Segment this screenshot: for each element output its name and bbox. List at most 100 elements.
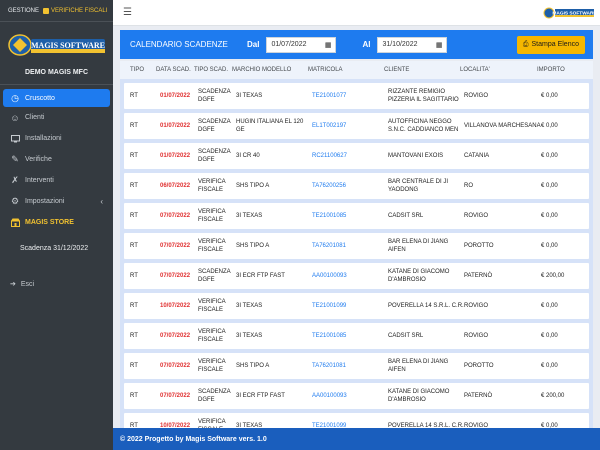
cell-matricola[interactable]: RC21100627 (312, 153, 388, 159)
cell-cliente: CADSIT SRL (388, 213, 424, 219)
cell-tipo-scad: SCADENZA DGFE (198, 89, 231, 103)
subscription-expiry: Scadenza 31/12/2022 (20, 245, 89, 252)
sidebar-item-installazioni[interactable]: Installazioni (0, 128, 113, 149)
edit-icon: ✎ (11, 154, 19, 164)
sidebar-item-clienti[interactable]: ☺ Clienti (0, 107, 113, 128)
sidebar-footer (0, 428, 113, 450)
cell-marchio-modello: 3I TEXAS (236, 93, 263, 99)
table-row[interactable]: RT 07/07/2022 VERIFICA FISCALE 3I TEXAS TE21… (124, 323, 589, 349)
cell-data-scad: 07/07/2022 (160, 393, 191, 399)
print-list-button[interactable]: ⎙ Stampa Elenco (516, 35, 585, 54)
table-row[interactable]: RT 06/07/2022 VERIFICA FISCALE SHS TIPO A TA… (124, 173, 589, 199)
table-row[interactable]: RT 01/07/2022 SCADENZA DGFE 3I CR 40 RC21100… (124, 143, 589, 169)
logo-text: MAGIS SOFTWARE (30, 41, 104, 50)
store-icon (10, 218, 20, 228)
cell-localita: RO (464, 183, 473, 189)
table-row[interactable]: RT 01/07/2022 SCADENZA DGFE 3I TEXAS TE21001… (124, 83, 589, 109)
table-row[interactable]: RT10/07/2022VERIFICA FISCALE3I TEXASTE21… (124, 413, 589, 428)
calendar-icon[interactable]: ▦ (436, 41, 443, 49)
cell-cliente: RIZZANTE REMIGIO PIZZERIA IL SAGITTARIO (388, 89, 459, 103)
date-to-value: 31/10/2022 (382, 41, 418, 48)
cell-importo: € 0,00 (541, 123, 558, 129)
cell-matricola[interactable]: TE21001085 (312, 213, 388, 219)
cell-localita: PATERNÒ (464, 273, 493, 279)
sidebar-item-label: Verifiche (25, 156, 52, 163)
table-row[interactable]: RT 07/07/2022 SCADENZA DGFE 3I ECR FTP FAST… (124, 383, 589, 409)
cell-cliente: BAR ELENA DI JIANG AIFEN (388, 239, 449, 253)
cell-tipo-scad: SCADENZA DGFE (198, 119, 231, 133)
cell-matricola[interactable]: TA76201081 (312, 243, 388, 249)
date-to-input[interactable]: 31/10/2022 ▦ (377, 36, 448, 53)
date-from-input[interactable]: 01/07/2022 ▦ (266, 36, 337, 53)
table-row[interactable]: RT 07/07/2022 VERIFICA FISCALE SHS TIPO A TA… (124, 353, 589, 379)
cell-data-scad: 01/07/2022 (160, 93, 191, 99)
cell-localita: ROVIGO (464, 93, 489, 99)
cell-matricola[interactable]: TA76200256 (312, 183, 388, 189)
cell-localita: ROVIGO (464, 333, 489, 339)
sidebar-item-impostazioni[interactable]: ⚙ Impostazioni ‹ (0, 191, 113, 212)
sidebar-item-verifiche[interactable]: ✎ Verifiche (0, 149, 113, 170)
cell-localita: PATERNÒ (464, 393, 493, 399)
user-name: DEMO MAGIS MFC (0, 69, 113, 85)
cell-matricola[interactable]: EL1T002197 (312, 123, 388, 129)
cell-matricola[interactable]: TA76201081 (312, 363, 388, 369)
cell-tipo-scad: VERIFICA FISCALE (198, 419, 226, 428)
cell-data-scad: 06/07/2022 (160, 183, 191, 189)
magis-small-logo-icon: MAGIS SOFTWARE (543, 7, 597, 19)
cell-tipo-scad: VERIFICA FISCALE (198, 299, 226, 313)
table-row[interactable]: RT 07/07/2022 VERIFICA FISCALE SHS TIPO A TA… (124, 233, 589, 259)
cell-tipo-scad: VERIFICA FISCALE (198, 359, 226, 373)
cell-importo: € 200,00 (541, 273, 565, 279)
chevron-left-icon: ‹ (100, 197, 103, 206)
table-row[interactable]: RT 07/07/2022 SCADENZA DGFE 3I ECR FTP FAST… (124, 263, 589, 289)
cell-localita: CATANIA (464, 153, 490, 159)
cell-data-scad: 01/07/2022 (160, 153, 191, 159)
cell-importo: € 0,00 (541, 213, 558, 219)
cell-marchio-modello: SHS TIPO A (236, 243, 270, 249)
col-importo: IMPORTO (537, 67, 565, 73)
sidebar-item-label: Cruscotto (25, 94, 55, 102)
menu-toggle-icon[interactable]: ☰ (123, 7, 132, 18)
logout-label: Esci (20, 280, 35, 288)
topbar: ☰ MAGIS SOFTWARE (113, 0, 600, 26)
cell-marchio-modello: HUGIN ITALIANA EL 120 GE (236, 119, 304, 133)
magis-logo-icon: MAGIS SOFTWARE (7, 34, 105, 56)
cell-matricola[interactable]: AA00100093 (312, 393, 388, 399)
cell-tipo: RT (130, 153, 138, 159)
cell-tipo: RT (130, 303, 138, 309)
cell-cliente: AUTOFFICINA NEGGO S.N.C. CADDIANCO MEN (388, 119, 459, 133)
cell-marchio-modello: 3I TEXAS (236, 333, 263, 339)
col-localita: LOCALITA' (460, 67, 490, 73)
sidebar-menu: ◷ Cruscotto ☺ Clienti Installazioni ✎ Ve… (0, 89, 113, 233)
date-from-value: 01/07/2022 (271, 41, 307, 48)
user-icon: ☺ (10, 112, 20, 123)
cell-matricola[interactable]: TE21001099 (312, 303, 388, 309)
cell-localita: POROTTO (464, 243, 494, 249)
table-row[interactable]: RT 07/07/2022 VERIFICA FISCALE 3I TEXAS TE21… (124, 203, 589, 229)
al-label: Al (362, 40, 371, 49)
brand-square-icon (43, 7, 50, 14)
col-data-scad: DATA SCAD. (156, 67, 191, 73)
cell-data-scad: 07/07/2022 (160, 273, 191, 279)
sidebar-item-cruscotto[interactable]: ◷ Cruscotto (3, 89, 110, 107)
brand-bar: GESTIONE VERIFICHE FISCALI (0, 0, 113, 22)
cell-data-scad: 07/07/2022 (160, 213, 191, 219)
cell-marchio-modello: SHS TIPO A (236, 183, 270, 189)
logout-link[interactable]: ➔ Esci (0, 280, 113, 289)
cell-matricola[interactable]: AA00100093 (312, 273, 388, 279)
cell-matricola[interactable]: TE21001077 (312, 93, 388, 99)
monitor-icon (10, 134, 20, 144)
cell-tipo: RT (130, 273, 138, 279)
col-tipo-scad: TIPO SCAD. (194, 67, 229, 73)
cell-matricola[interactable]: TE21001085 (312, 333, 388, 339)
dashboard-icon: ◷ (11, 92, 19, 103)
table-row[interactable]: RT 01/07/2022 SCADENZA DGFE HUGIN ITALIANA … (124, 113, 589, 139)
cell-importo: € 0,00 (541, 153, 558, 159)
sidebar-item-label: Installazioni (25, 135, 62, 142)
table-row[interactable]: RT10/07/2022VERIFICA FISCALE3I TEXASTE21… (124, 293, 589, 319)
calendar-icon[interactable]: ▦ (325, 41, 332, 49)
cell-localita: ROVIGO (464, 303, 489, 309)
cell-importo: € 0,00 (541, 333, 558, 339)
sidebar-item-magis-store[interactable]: MAGIS STORE (0, 212, 113, 233)
sidebar-item-interventi[interactable]: ✗ Interventi (0, 170, 113, 191)
